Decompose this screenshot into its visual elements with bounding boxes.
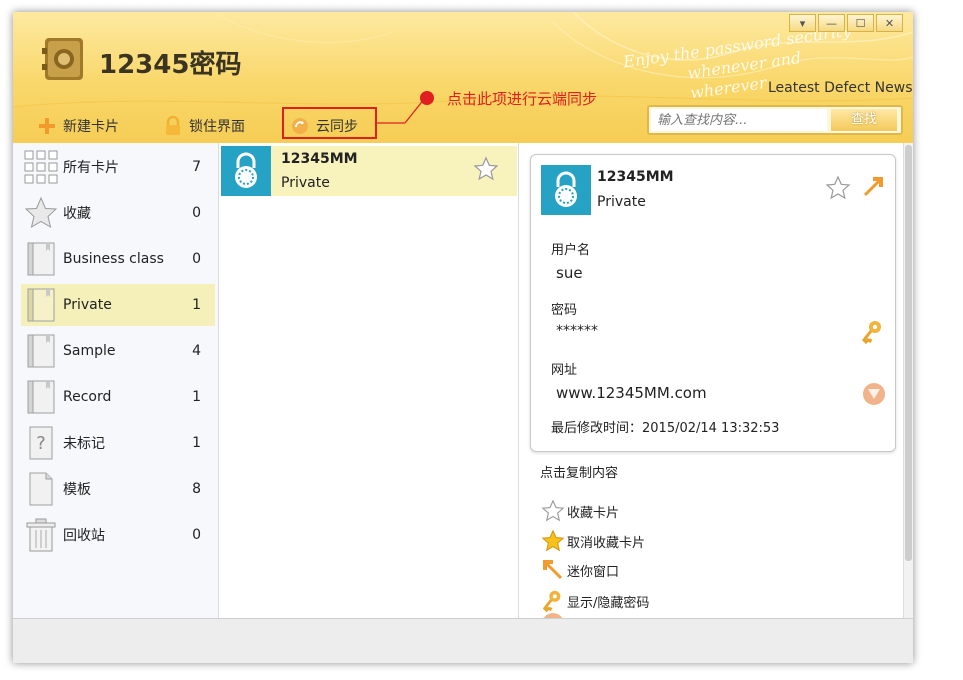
- sidebar-item-templates[interactable]: 模板 8: [21, 468, 215, 510]
- search-box: 查找: [647, 105, 903, 135]
- trash-icon: [23, 517, 59, 553]
- mini-window-icon: [543, 560, 563, 580]
- username-value[interactable]: sue: [556, 264, 583, 282]
- detail-category: Private: [597, 194, 646, 210]
- lock-icon: [221, 146, 271, 196]
- sidebar-item-label: 回收站: [63, 528, 105, 544]
- sidebar-item-label: Sample: [63, 343, 116, 359]
- callout-text: 点击此项进行云端同步: [447, 90, 598, 108]
- menu-dropdown-button[interactable]: ▾: [789, 14, 816, 32]
- key-icon[interactable]: [861, 319, 885, 345]
- sidebar-item-label: 所有卡片: [63, 160, 119, 176]
- password-value[interactable]: ******: [556, 323, 598, 339]
- favorite-card-action[interactable]: 收藏卡片: [541, 499, 619, 523]
- toggle-password-action[interactable]: 显示/隐藏密码: [541, 589, 649, 613]
- sidebar-item-count: 8: [192, 481, 201, 497]
- password-label: 密码: [551, 303, 578, 318]
- card-category: Private: [281, 175, 330, 191]
- plus-icon: [39, 118, 55, 134]
- maximize-button[interactable]: ☐: [847, 14, 874, 32]
- sidebar-item-business-class[interactable]: Business class 0: [21, 238, 215, 280]
- status-bar: [13, 618, 913, 663]
- folder-icon: [23, 241, 59, 277]
- copy-hint: 点击复制内容: [540, 466, 619, 481]
- sidebar-item-label: 收藏: [63, 206, 91, 222]
- detail-pane: 12345MM Private 用户名 sue 密码 ****** 网址 www…: [519, 143, 903, 618]
- new-card-label: 新建卡片: [63, 119, 119, 135]
- question-document-icon: ?: [23, 425, 59, 461]
- mini-window-icon[interactable]: [861, 175, 885, 199]
- cloud-sync-highlight: [282, 107, 377, 139]
- scrollbar-thumb[interactable]: [905, 145, 912, 561]
- sidebar-item-count: 1: [192, 297, 201, 313]
- folder-icon: [23, 333, 59, 369]
- card-name: 12345MM: [281, 151, 358, 167]
- modified-time: 最后修改时间：2015/02/14 13:32:53: [551, 421, 780, 436]
- star-icon: [23, 195, 59, 231]
- sidebar-item-record[interactable]: Record 1: [21, 376, 215, 418]
- unfavorite-card-action[interactable]: 取消收藏卡片: [541, 529, 645, 553]
- grid-icon: [23, 149, 59, 185]
- card-list: 12345MM Private: [219, 143, 519, 618]
- detail-card: 12345MM Private 用户名 sue 密码 ****** 网址 www…: [530, 154, 896, 452]
- favorite-card-label: 收藏卡片: [567, 505, 620, 521]
- sidebar-item-count: 0: [192, 251, 201, 267]
- url-label: 网址: [551, 363, 578, 378]
- sidebar-item-count: 1: [192, 389, 201, 405]
- sidebar-item-count: 0: [192, 205, 201, 221]
- star-outline-icon[interactable]: [473, 156, 499, 182]
- detail-name: 12345MM: [597, 169, 674, 185]
- category-sidebar: 所有卡片 7 收藏 0 Business class 0 Private 1 S…: [13, 143, 219, 618]
- sidebar-item-label: Private: [63, 297, 112, 313]
- sidebar-item-favorites[interactable]: 收藏 0: [21, 192, 215, 234]
- header: 12345密码 Enjoy the password security when…: [13, 12, 913, 143]
- window-controls: ▾ — ☐ ✕: [789, 14, 903, 32]
- sidebar-item-label: Record: [63, 389, 112, 405]
- app-window: 12345密码 Enjoy the password security when…: [13, 12, 913, 663]
- sidebar-item-count: 4: [192, 343, 201, 359]
- lock-ui-label: 锁住界面: [189, 119, 245, 135]
- new-card-button[interactable]: 新建卡片: [37, 116, 119, 136]
- close-button[interactable]: ✕: [876, 14, 903, 32]
- sidebar-item-count: 1: [192, 435, 201, 451]
- folder-icon: [23, 287, 59, 323]
- toggle-password-label: 显示/隐藏密码: [567, 595, 650, 611]
- mini-window-label: 迷你窗口: [567, 564, 620, 580]
- sidebar-item-private[interactable]: Private 1: [21, 284, 215, 326]
- unfavorite-card-label: 取消收藏卡片: [567, 535, 646, 551]
- minimize-button[interactable]: —: [818, 14, 845, 32]
- sidebar-item-unmarked[interactable]: ? 未标记 1: [21, 422, 215, 464]
- lock-ui-button[interactable]: 锁住界面: [163, 116, 245, 136]
- search-button[interactable]: 查找: [831, 109, 897, 131]
- sidebar-item-sample[interactable]: Sample 4: [21, 330, 215, 372]
- lock-icon: [541, 165, 591, 215]
- detail-scrollbar[interactable]: [903, 143, 913, 618]
- sidebar-item-recycle-bin[interactable]: 回收站 0: [21, 514, 215, 556]
- template-document-icon: [23, 471, 59, 507]
- sidebar-item-all-cards[interactable]: 所有卡片 7: [21, 146, 215, 188]
- folder-icon: [23, 379, 59, 415]
- search-input[interactable]: [651, 109, 827, 131]
- mini-window-action[interactable]: 迷你窗口: [541, 558, 619, 582]
- sidebar-item-label: Business class: [63, 251, 164, 267]
- list-item[interactable]: 12345MM Private: [221, 146, 517, 196]
- padlock-icon: [166, 116, 180, 135]
- username-label: 用户名: [551, 243, 591, 258]
- app-title: 12345密码: [99, 50, 242, 80]
- star-filled-icon: [541, 529, 565, 552]
- safe-logo-icon: [42, 38, 83, 80]
- sidebar-item-count: 0: [192, 527, 201, 543]
- star-outline-icon: [541, 499, 565, 522]
- star-outline-icon[interactable]: [825, 175, 851, 201]
- sidebar-item-label: 未标记: [63, 436, 105, 452]
- svg-text:?: ?: [36, 433, 46, 454]
- key-icon: [542, 590, 561, 613]
- sidebar-item-count: 7: [192, 159, 201, 175]
- news-link[interactable]: Leatest Defect News: [768, 80, 912, 96]
- globe-icon[interactable]: [861, 381, 887, 407]
- sidebar-item-label: 模板: [63, 482, 91, 498]
- url-value[interactable]: www.12345MM.com: [556, 384, 707, 402]
